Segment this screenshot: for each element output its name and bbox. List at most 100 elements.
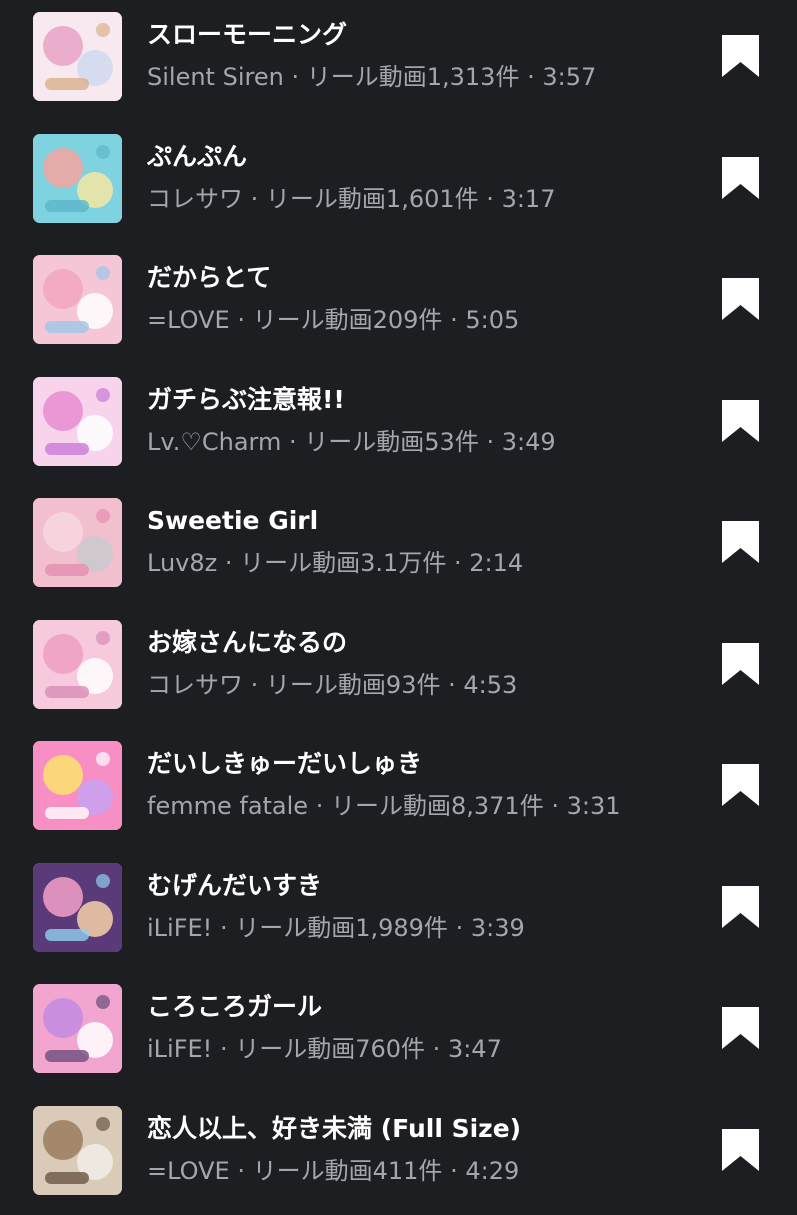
duration: 4:29 <box>465 1157 519 1185</box>
reel-count: リール動画1,601件 <box>266 185 479 213</box>
reel-count: リール動画8,371件 <box>331 792 544 820</box>
song-row[interactable]: むげんだいすき iLiFE! · リール動画1,989件 · 3:39 <box>0 851 797 973</box>
save-button[interactable] <box>708 996 772 1060</box>
artist-name: コレサワ <box>147 671 243 699</box>
separator: · <box>527 63 535 91</box>
save-button[interactable] <box>708 753 772 817</box>
album-art <box>33 984 122 1073</box>
album-art <box>33 377 122 466</box>
song-title: だいしきゅーだいしゅき <box>147 748 687 780</box>
save-button[interactable] <box>708 632 772 696</box>
artist-name: Silent Siren <box>147 63 284 91</box>
song-row[interactable]: ころころガール iLiFE! · リール動画760件 · 3:47 <box>0 972 797 1094</box>
separator: · <box>251 671 259 699</box>
separator: · <box>251 185 259 213</box>
artist-name: Lv.♡Charm <box>147 428 281 456</box>
duration: 5:05 <box>465 306 519 334</box>
separator: · <box>289 428 297 456</box>
artist-name: iLiFE! <box>147 914 212 942</box>
album-art <box>33 1106 122 1195</box>
save-button[interactable] <box>708 24 772 88</box>
bookmark-icon <box>722 400 759 442</box>
save-button[interactable] <box>708 146 772 210</box>
separator: · <box>237 306 245 334</box>
save-button[interactable] <box>708 389 772 453</box>
separator: · <box>454 549 462 577</box>
song-row[interactable]: だからとて =LOVE · リール動画209件 · 5:05 <box>0 243 797 365</box>
song-row[interactable]: ガチらぶ注意報!! Lv.♡Charm · リール動画53件 · 3:49 <box>0 365 797 487</box>
duration: 3:57 <box>542 63 596 91</box>
artist-name: Luv8z <box>147 549 217 577</box>
album-art <box>33 863 122 952</box>
duration: 3:17 <box>502 185 556 213</box>
song-title: むげんだいすき <box>147 870 687 902</box>
song-row[interactable]: だいしきゅーだいしゅき femme fatale · リール動画8,371件 ·… <box>0 729 797 851</box>
separator: · <box>448 671 456 699</box>
separator: · <box>486 185 494 213</box>
separator: · <box>291 63 299 91</box>
separator: · <box>225 549 233 577</box>
duration: 2:14 <box>469 549 523 577</box>
artist-name: iLiFE! <box>147 1035 212 1063</box>
artist-name: コレサワ <box>147 185 243 213</box>
separator: · <box>551 792 559 820</box>
reel-count: リール動画411件 <box>253 1157 443 1185</box>
duration: 3:31 <box>567 792 621 820</box>
album-art <box>33 741 122 830</box>
reel-count: リール動画1,313件 <box>307 63 520 91</box>
song-meta: =LOVE · リール動画411件 · 4:29 <box>147 1155 707 1187</box>
song-title: お嫁さんになるの <box>147 627 687 659</box>
song-title: ぷんぷん <box>147 141 687 173</box>
separator: · <box>316 792 324 820</box>
separator: · <box>486 428 494 456</box>
album-art <box>33 12 122 101</box>
song-title: ガチらぶ注意報!! <box>147 384 687 416</box>
artist-name: =LOVE <box>147 1157 230 1185</box>
reel-count: リール動画93件 <box>266 671 441 699</box>
bookmark-icon <box>722 1007 759 1049</box>
save-button[interactable] <box>708 510 772 574</box>
save-button[interactable] <box>708 1118 772 1182</box>
duration: 3:49 <box>502 428 556 456</box>
reel-count: リール動画53件 <box>304 428 479 456</box>
song-meta: iLiFE! · リール動画760件 · 3:47 <box>147 1033 707 1065</box>
song-row[interactable]: Sweetie Girl Luv8z · リール動画3.1万件 · 2:14 <box>0 486 797 608</box>
bookmark-icon <box>722 278 759 320</box>
song-meta: femme fatale · リール動画8,371件 · 3:31 <box>147 790 707 822</box>
song-title: スローモーニング <box>147 19 687 51</box>
bookmark-icon <box>722 157 759 199</box>
song-meta: Luv8z · リール動画3.1万件 · 2:14 <box>147 547 707 579</box>
reel-count: リール動画760件 <box>235 1035 425 1063</box>
song-row[interactable]: ぷんぷん コレサワ · リール動画1,601件 · 3:17 <box>0 122 797 244</box>
separator: · <box>220 914 228 942</box>
song-title: だからとて <box>147 262 687 294</box>
song-meta: Silent Siren · リール動画1,313件 · 3:57 <box>147 61 707 93</box>
duration: 3:47 <box>448 1035 502 1063</box>
song-meta: コレサワ · リール動画1,601件 · 3:17 <box>147 183 707 215</box>
bookmark-icon <box>722 35 759 77</box>
save-button[interactable] <box>708 267 772 331</box>
song-title: ころころガール <box>147 991 687 1023</box>
bookmark-icon <box>722 521 759 563</box>
separator: · <box>220 1035 228 1063</box>
separator: · <box>450 306 458 334</box>
artist-name: =LOVE <box>147 306 230 334</box>
reel-count: リール動画209件 <box>253 306 443 334</box>
artist-name: femme fatale <box>147 792 308 820</box>
song-row[interactable]: スローモーニング Silent Siren · リール動画1,313件 · 3:… <box>0 0 797 122</box>
song-title: 恋人以上、好き未満 (Full Size) <box>147 1113 687 1145</box>
duration: 3:39 <box>471 914 525 942</box>
separator: · <box>433 1035 441 1063</box>
song-row[interactable]: お嫁さんになるの コレサワ · リール動画93件 · 4:53 <box>0 608 797 730</box>
duration: 4:53 <box>463 671 517 699</box>
bookmark-icon <box>722 886 759 928</box>
separator: · <box>456 914 464 942</box>
song-meta: iLiFE! · リール動画1,989件 · 3:39 <box>147 912 707 944</box>
song-meta: Lv.♡Charm · リール動画53件 · 3:49 <box>147 426 707 458</box>
save-button[interactable] <box>708 875 772 939</box>
song-meta: コレサワ · リール動画93件 · 4:53 <box>147 669 707 701</box>
album-art <box>33 498 122 587</box>
bookmark-icon <box>722 764 759 806</box>
song-row[interactable]: 恋人以上、好き未満 (Full Size) =LOVE · リール動画411件 … <box>0 1094 797 1215</box>
bookmark-icon <box>722 1129 759 1171</box>
